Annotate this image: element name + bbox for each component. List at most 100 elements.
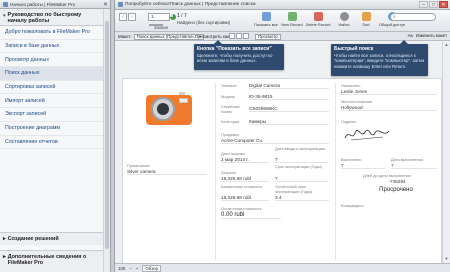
tooltip-body: Щелкните, чтобы получить доступ ко всем … [197, 53, 273, 64]
sort-button[interactable]: Sort [353, 11, 379, 31]
delete-record-icon [313, 12, 323, 21]
help-section-create[interactable]: ▸ Создание решений [0, 232, 103, 245]
preview-label: Просмотр [258, 34, 278, 39]
help-topic-item[interactable]: Составление отчетов [0, 136, 103, 150]
service-life-label: Срок эксплуатации (Годы) [275, 164, 323, 169]
zoom-in-icon[interactable]: + [136, 266, 139, 271]
notes-field[interactable]: Silver camera [127, 169, 207, 175]
show-all-button[interactable]: Показать все [253, 11, 279, 31]
tooltip-title: Быстрый поиск [334, 46, 374, 52]
help-scrollbar[interactable] [103, 9, 110, 272]
location-field[interactable]: Hollywood [341, 105, 437, 111]
issued-label: Выполнено [341, 157, 362, 162]
vendor-field[interactable]: Acme Computer Co. [221, 138, 329, 144]
close-button[interactable]: ✕ [439, 1, 448, 8]
help-topic-list: Добро пожаловать в FileMaker Pro Записи … [0, 26, 103, 150]
help-topic-item[interactable]: Записи в базе данных [0, 40, 103, 54]
scroll-up-icon[interactable]: ▲ [443, 42, 450, 49]
maximize-button[interactable]: □ [429, 1, 438, 8]
remaining-life-label: Остаточный срок эксплуатации (Годы) [275, 184, 313, 194]
help-window: Начало работы | FileMaker Pro ✕ ▾ Руково… [0, 0, 111, 272]
next-record-button[interactable]: › [128, 13, 136, 21]
item-field[interactable]: Digital Camera [249, 83, 329, 89]
status-toolbar: ‹ › 1 Записи 1 / 7 Найдено (без сортиров… [115, 10, 450, 32]
done-date-field[interactable]: 7 [391, 163, 437, 169]
show-all-icon [261, 12, 271, 21]
filemaker-icon [3, 1, 8, 7]
help-topic-item[interactable]: Просмотр данных [0, 53, 103, 68]
edit-layout-button[interactable]: Изменить макет [416, 33, 447, 38]
chevron-right-icon: ▸ [3, 236, 6, 242]
find-label: Найти [338, 22, 350, 27]
returned-label: Возвращено [341, 203, 364, 208]
assigned-label: Назначено [341, 83, 361, 88]
overdue-status: Просрочено [379, 187, 413, 193]
help-topic-item-active[interactable]: Поиск данных [0, 67, 103, 81]
done-date-label: Дата выполнения [391, 157, 423, 162]
new-record-button[interactable]: New Record [279, 11, 305, 31]
help-topic-item[interactable]: Добро пожаловать в FileMaker Pro [0, 26, 103, 40]
item-label: Элемент [221, 83, 237, 88]
help-section-more[interactable]: ▸ Дополнительные сведения о FileMaker Pr… [0, 250, 103, 272]
new-record-label: New Record [281, 22, 303, 27]
book-value-label: Балансовая стоимость [221, 184, 263, 189]
help-topic-item[interactable]: Построение диаграмм [0, 122, 103, 136]
preview-button[interactable]: Просмотр [255, 33, 281, 40]
tooltip-body: Чтобы найти все записи, относящиеся к "к… [334, 53, 425, 69]
assigned-field[interactable]: Leslie Jones [341, 89, 437, 95]
help-topic-item[interactable]: Экспорт записей [0, 108, 103, 122]
delete-record-button[interactable]: Delete Record [305, 11, 331, 31]
book-value-field[interactable]: 15,325.68 rubl [221, 195, 269, 201]
main-window-titlebar: Попробуйте сейчас!Поиск данных | Предста… [115, 0, 450, 10]
filemaker-window: Попробуйте сейчас!Поиск данных | Предста… [114, 0, 450, 272]
quick-search-tooltip: Быстрый поиск Чтобы найти все записи, от… [331, 40, 428, 76]
purchase-date-label: Дата покупки [221, 151, 245, 156]
model-label: Модель [221, 94, 235, 99]
layout-label: Макет: [118, 34, 132, 39]
issued-field[interactable]: 7 [341, 163, 385, 169]
location-label: Местоположение [341, 99, 373, 104]
purchase-date-field[interactable]: 2 мар 2014 г. [221, 157, 269, 163]
chevron-right-icon: ▸ [3, 254, 6, 260]
tooltip-title: Кнопка "Показать все записи" [197, 46, 272, 52]
help-window-titlebar: Начало работы | FileMaker Pro ✕ [0, 0, 110, 9]
mode-select[interactable]: Обзор [142, 264, 162, 272]
chevron-down-icon: ▾ [3, 13, 6, 19]
record-number-input[interactable]: 1 [148, 13, 170, 21]
serial-field[interactable]: CX029566KC [249, 106, 329, 112]
text-format-button[interactable]: Aa [408, 33, 413, 38]
service-life-field[interactable]: 7 [275, 176, 329, 182]
help-section-header[interactable]: ▾ Руководство по быстрому началу работы [0, 9, 103, 26]
search-icon: ⌕ [393, 14, 396, 20]
view-as-label: Просмотреть как: [195, 34, 231, 39]
form-view-button[interactable] [229, 33, 235, 39]
in-service-field[interactable]: 7 [275, 157, 329, 163]
layout-select-value: Поиск данных (Представлен... [136, 34, 198, 39]
signature-label: Подпись [341, 119, 357, 124]
zoom-out-icon[interactable]: – [129, 266, 131, 271]
show-all-label: Показать все [254, 22, 278, 27]
close-icon[interactable]: ✕ [103, 1, 108, 8]
minimize-button[interactable]: – [419, 1, 428, 8]
help-topic-item[interactable]: Сортировка записей [0, 81, 103, 95]
scroll-down-icon[interactable]: ▼ [443, 256, 450, 263]
residual-field[interactable]: 0.00 rubl [221, 212, 281, 219]
category-field[interactable]: Камеры [249, 119, 329, 125]
scrollbar-thumb[interactable] [105, 21, 109, 249]
help-section-title: Руководство по быстрому началу работы [7, 12, 82, 25]
main-window-title: Попробуйте сейчас!Поиск данных | Предста… [125, 2, 256, 7]
list-view-button[interactable] [236, 33, 242, 39]
quick-search-input[interactable]: ⌕ [390, 13, 436, 21]
cost-field[interactable]: 15,325.68 rubl [221, 176, 269, 182]
notes-label: Примечания [127, 163, 150, 168]
content-scrollbar[interactable]: ▲ ▼ [442, 42, 450, 263]
layout-select[interactable]: Поиск данных (Представлен... ▾ [133, 33, 205, 40]
remaining-life-field[interactable]: 3.4 [275, 195, 329, 201]
zoom-level[interactable]: 100 [118, 266, 125, 271]
filemaker-icon [118, 2, 123, 7]
help-topic-item[interactable]: Импорт записей [0, 94, 103, 109]
table-view-button[interactable] [243, 33, 249, 39]
cost-label: Затраты [221, 170, 237, 175]
model-field[interactable]: ID-35-9815 [249, 94, 329, 100]
previous-record-button[interactable]: ‹ [119, 13, 127, 21]
